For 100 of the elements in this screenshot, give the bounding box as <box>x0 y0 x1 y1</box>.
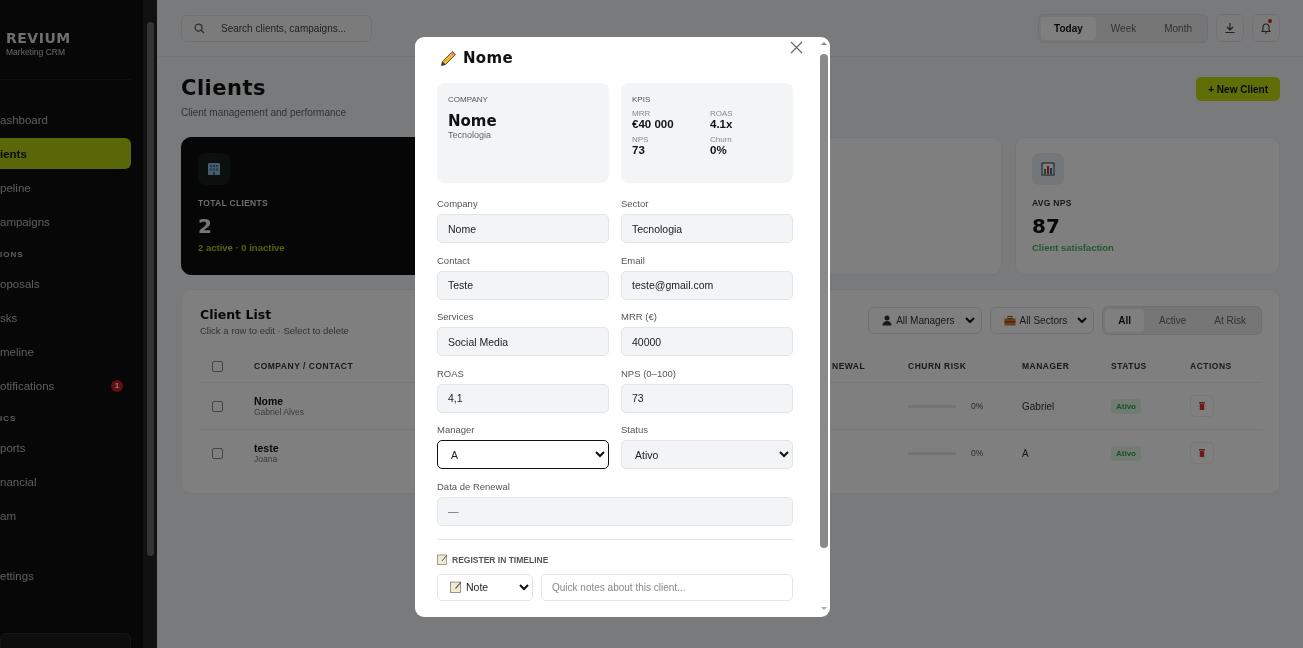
period-tab[interactable]: Month <box>1151 16 1205 40</box>
chevron-icon <box>595 451 605 458</box>
column-header: MANAGER <box>1022 361 1070 371</box>
churn-percent: 0% <box>971 448 984 458</box>
field-label: MRR (€) <box>621 310 658 324</box>
nav-section-label: ICS <box>0 412 18 425</box>
field-label: Company <box>437 197 479 211</box>
sector-filter[interactable]: All Sectors <box>989 307 1095 334</box>
kpi-label: MRR <box>632 109 652 118</box>
row-checkbox[interactable] <box>212 447 223 459</box>
memo-icon <box>450 581 462 593</box>
nav-item[interactable]: oposals <box>0 268 131 299</box>
pencil-icon <box>440 49 457 67</box>
manager-name: Gabriel <box>1022 400 1055 412</box>
chevron-icon <box>519 583 529 591</box>
caret-down-icon[interactable] <box>820 606 828 611</box>
field-label: ROAS <box>437 366 465 381</box>
column-header: COMPANY / CONTACT <box>254 361 354 371</box>
row-checkbox[interactable] <box>212 400 223 412</box>
panel-title: Client List <box>200 307 273 322</box>
page-title: Clients <box>181 76 268 100</box>
churn-percent: 0% <box>971 401 984 411</box>
period-tab[interactable]: Week <box>1097 16 1150 40</box>
column-header: CHURN RISK <box>908 361 967 371</box>
status-badge: Ativo <box>1111 398 1141 414</box>
count-badge: 1 <box>111 379 123 392</box>
field-label: Data de Renewal <box>437 479 511 494</box>
notifications-button[interactable] <box>1252 14 1280 42</box>
contact-name: Gabriel Alves <box>254 407 305 417</box>
stat-value: 2 <box>198 214 212 238</box>
field-label: Services <box>437 310 475 324</box>
input-field[interactable]: Tecnologia <box>621 214 793 243</box>
kpi-value: €40 000 <box>632 118 675 130</box>
delete-button[interactable] <box>1190 442 1214 464</box>
input-field[interactable]: Teste <box>437 270 609 300</box>
building-icon <box>207 162 221 176</box>
chevron-icon <box>1077 317 1088 324</box>
nav-item[interactable]: sks <box>0 302 131 333</box>
company-name: teste <box>254 442 279 454</box>
search-field[interactable]: Search clients, campaigns... <box>181 14 372 42</box>
period-tab[interactable]: Today <box>1041 16 1096 40</box>
caret-up-icon[interactable] <box>820 41 828 46</box>
trash-icon <box>1199 402 1205 410</box>
manager-filter[interactable]: All Managers <box>868 307 982 334</box>
delete-button[interactable] <box>1190 395 1214 417</box>
status-badge: Ativo <box>1111 445 1141 461</box>
select-field[interactable]: A <box>437 440 609 469</box>
kpi-value: 4.1x <box>710 118 734 130</box>
input-field[interactable]: 4,1 <box>437 383 609 413</box>
input-field[interactable]: Nome <box>437 214 609 243</box>
card-label: KPIS <box>632 95 652 104</box>
status-tab[interactable]: At Risk <box>1201 309 1259 332</box>
panel-subtitle: Click a row to edit · Select to delete <box>200 325 349 336</box>
new-client-button[interactable]: + New Client <box>1196 77 1280 101</box>
select-all-checkbox[interactable] <box>212 360 223 372</box>
memo-icon <box>437 554 448 565</box>
nav-item[interactable]: ashboard <box>0 104 131 135</box>
nav-item[interactable]: meline <box>0 336 131 367</box>
field-label: Sector <box>621 197 650 211</box>
nav-item[interactable]: am <box>0 500 131 531</box>
column-header: ACTIONS <box>1190 361 1232 371</box>
nav-item[interactable]: ettings <box>0 560 131 591</box>
note-input[interactable]: Quick notes about this client... <box>541 573 793 601</box>
nav-item[interactable]: ampaigns <box>0 206 131 237</box>
nav-item[interactable]: ients <box>0 138 131 169</box>
close-button[interactable] <box>790 41 803 54</box>
close-icon <box>790 41 803 54</box>
nav-item[interactable]: otifications 1 <box>0 370 131 401</box>
status-tab[interactable]: Active <box>1146 309 1200 332</box>
trash-icon <box>1199 449 1205 457</box>
nav-item[interactable]: peline <box>0 172 131 203</box>
chevron-icon <box>964 317 975 324</box>
field-label: Contact <box>437 253 471 268</box>
company-sector: Tecnologia <box>448 130 493 140</box>
stat-label: AVG NPS <box>1032 198 1072 208</box>
date-field[interactable]: — <box>437 496 793 526</box>
kpi-value: 73 <box>632 144 646 156</box>
nav-item[interactable]: nancial <box>0 466 131 497</box>
section-label: REGISTER IN TIMELINE <box>452 554 549 565</box>
contact-name: Joana <box>254 454 278 464</box>
input-field[interactable]: 40000 <box>621 327 793 356</box>
kpi-value: 0% <box>710 144 728 156</box>
company-name: Nome <box>254 395 284 407</box>
download-icon <box>1224 22 1236 34</box>
stat-note: Client satisfaction <box>1032 242 1114 253</box>
kpi-label: ROAS <box>710 109 734 118</box>
entry-type-select[interactable]: Note <box>437 573 533 601</box>
select-field[interactable]: Ativo <box>621 440 793 469</box>
input-field[interactable]: 73 <box>621 383 793 413</box>
download-button[interactable] <box>1216 14 1244 42</box>
column-header: NEWAL <box>832 361 866 371</box>
status-tab[interactable]: All <box>1105 309 1145 332</box>
card-label: COMPANY <box>448 95 489 104</box>
nav-item[interactable]: ports <box>0 432 131 463</box>
field-label: NPS (0–100) <box>621 366 677 381</box>
input-field[interactable]: Social Media <box>437 327 609 356</box>
column-header: STATUS <box>1111 361 1147 371</box>
manager-name: A <box>1022 447 1029 459</box>
stat-value: 87 <box>1032 214 1060 238</box>
input-field[interactable]: teste@gmail.com <box>621 270 793 300</box>
